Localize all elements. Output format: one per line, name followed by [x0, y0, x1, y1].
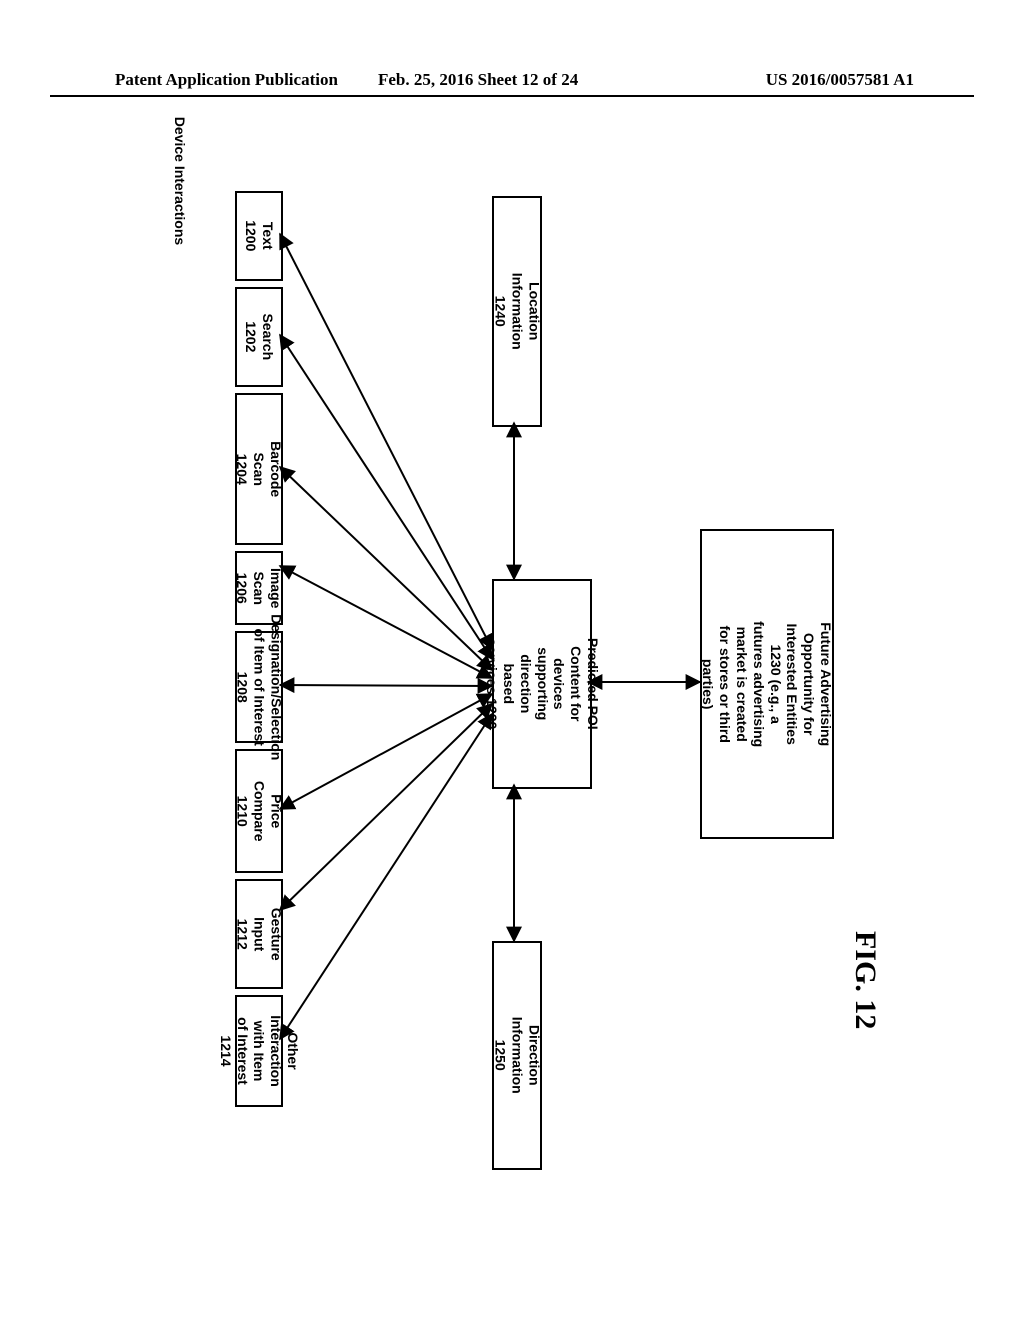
- interaction-search: Search 1202: [235, 287, 283, 387]
- direction-box-label: Direction Information 1250: [492, 1017, 542, 1094]
- right-box-label: Future Advertising Opportunity for Inter…: [700, 619, 834, 749]
- interaction-pricecompare: Price Compare 1210: [235, 749, 283, 873]
- interaction-other-label: Other Interaction with Item of Interest …: [217, 1015, 301, 1087]
- header-center: Feb. 25, 2016 Sheet 12 of 24: [378, 70, 578, 90]
- interaction-text: Text 1200: [235, 191, 283, 281]
- interaction-search-label: Search 1202: [242, 314, 276, 361]
- right-box: Future Advertising Opportunity for Inter…: [700, 529, 834, 839]
- interaction-gesture-label: Gesture Input 1212: [234, 908, 284, 961]
- figure-label: FIG. 12: [848, 931, 882, 1061]
- interaction-designation: Designation/Selection of Item of Interes…: [235, 631, 283, 743]
- interaction-other: Other Interaction with Item of Interest …: [235, 995, 283, 1107]
- interaction-barcode: Barcode Scan 1204: [235, 393, 283, 545]
- interaction-gesture: Gesture Input 1212: [235, 879, 283, 989]
- header-right: US 2016/0057581 A1: [766, 70, 914, 90]
- diagram: Device Interactions Text 1200 Search 120…: [120, 134, 904, 1186]
- location-box-label: Location Information 1240: [492, 273, 542, 350]
- interaction-designation-label: Designation/Selection of Item of Interes…: [234, 614, 284, 760]
- header-left: Patent Application Publication: [115, 70, 338, 90]
- interaction-imagescan-label: Image Scan 1206: [234, 566, 284, 610]
- section-title: Device Interactions: [168, 111, 188, 251]
- header-rule: [50, 95, 974, 98]
- interaction-text-label: Text 1200: [242, 214, 276, 258]
- interaction-barcode-label: Barcode Scan 1204: [234, 441, 284, 497]
- center-box: Predicted POI Content for devices suppor…: [492, 579, 592, 789]
- interaction-pricecompare-label: Price Compare 1210: [234, 781, 284, 842]
- direction-box: Direction Information 1250: [492, 941, 542, 1170]
- center-box-label: Predicted POI Content for devices suppor…: [483, 636, 601, 732]
- page-root: Patent Application Publication Feb. 25, …: [0, 0, 1024, 1320]
- location-box: Location Information 1240: [492, 196, 542, 427]
